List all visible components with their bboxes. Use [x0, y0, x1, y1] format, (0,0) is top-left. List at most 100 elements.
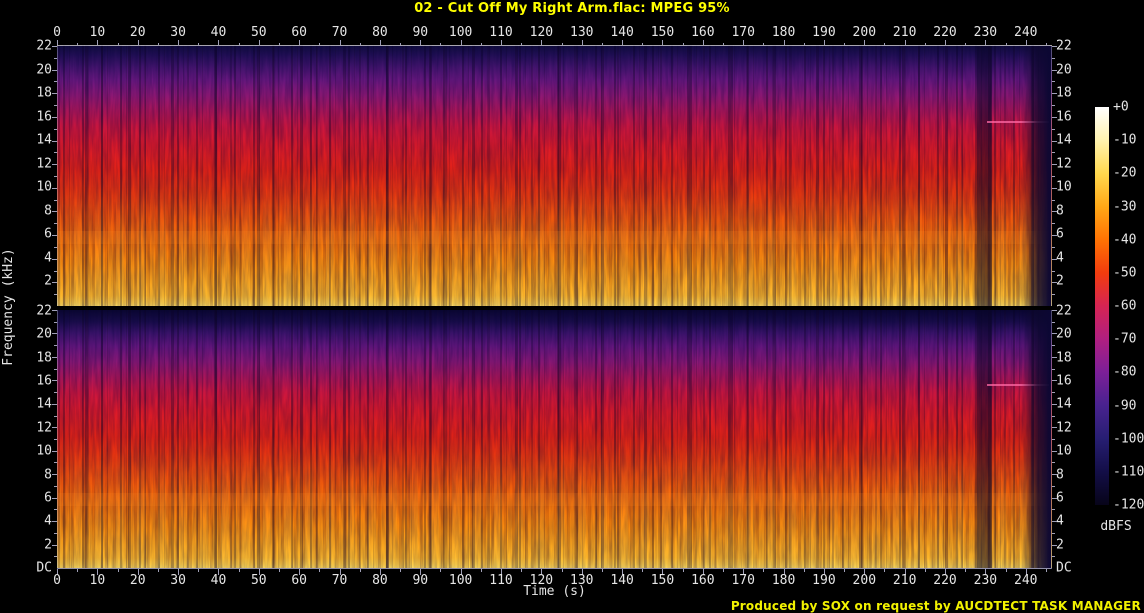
freq-tick: [52, 427, 57, 429]
freq-tick: [1052, 164, 1057, 166]
quiet-section-band: [977, 310, 992, 568]
freq-tick: [54, 439, 57, 440]
freq-tick: [54, 105, 57, 107]
freq-tick-label: 8: [44, 203, 52, 219]
freq-tick-label: 2: [1056, 273, 1064, 289]
freq-tick-label: 20: [1056, 62, 1072, 78]
fade-out-region: [1021, 310, 1051, 568]
freq-tick-label: 6: [1056, 226, 1064, 242]
freq-tick: [54, 81, 57, 83]
freq-tick: [1052, 497, 1057, 499]
freq-tick-label: 22: [1056, 303, 1072, 319]
time-tick-label: 200: [852, 25, 877, 40]
freq-tick: [1052, 450, 1057, 452]
freq-tick: [54, 128, 57, 130]
time-tick: [1045, 569, 1047, 572]
colorbar-tick-label: -50: [1113, 265, 1137, 281]
freq-tick: [1052, 556, 1055, 558]
fade-out-region: [1021, 46, 1051, 306]
time-tick-label: 220: [933, 25, 957, 40]
freq-tick-label: 6: [44, 490, 52, 506]
freq-tick: [54, 176, 57, 177]
colorbar-gradient: [1095, 107, 1109, 505]
time-tick: [117, 569, 119, 572]
freq-tick: [54, 294, 57, 296]
freq-tick: [52, 356, 57, 358]
freq-tick-label: 12: [1056, 420, 1072, 436]
freq-tick-label: 20: [1056, 326, 1072, 342]
freq-tick: [54, 485, 57, 487]
time-axis-label: Time (s): [523, 584, 586, 599]
spectrogram-window: 02 - Cut Off My Right Arm.flac: MPEG 95%…: [0, 0, 1144, 613]
freq-tick-label: 16: [1056, 109, 1072, 125]
freq-dc-label: DC: [1056, 560, 1072, 576]
freq-tick: [1052, 69, 1057, 71]
time-tick-label: 10: [89, 25, 106, 40]
freq-tick-label: 14: [36, 132, 52, 148]
colorbar-tick-label: -10: [1113, 132, 1137, 148]
time-tick: [884, 569, 886, 572]
freq-tick-label: 10: [36, 443, 52, 459]
time-tick-label: 20: [129, 25, 146, 40]
time-tick: [359, 569, 361, 572]
freq-tick: [54, 223, 57, 225]
freq-labels-left-ch2: 22 20 18 16 14 12 10 8 6 4 2 DC: [25, 304, 52, 576]
time-tick: [279, 569, 280, 572]
freq-tick: [54, 415, 57, 417]
time-tick-label: 150: [650, 25, 675, 40]
time-tick: [77, 569, 79, 572]
freq-tick-label: 20: [36, 326, 52, 342]
frequency-axis-label: Frequency (kHz): [1, 248, 16, 366]
time-tick-label: 240: [1014, 25, 1038, 40]
freq-tick: [1052, 333, 1057, 335]
freq-tick: [52, 164, 57, 166]
time-tick-label: 180: [771, 25, 796, 40]
time-tick: [440, 569, 442, 572]
freq-tick-label: 14: [1056, 132, 1072, 148]
freq-tick: [1052, 380, 1057, 382]
freq-tick: [52, 140, 57, 142]
freq-tick-label: 22: [36, 38, 52, 54]
freq-tick: [1052, 310, 1057, 311]
freq-tick-label: 4: [1056, 513, 1064, 529]
time-tick: [803, 569, 805, 572]
freq-tick: [54, 270, 57, 272]
freq-dc-label: DC: [36, 560, 52, 576]
colorbar-unit-label: dBFS: [1100, 519, 1132, 534]
time-tick-label: 50: [250, 25, 267, 40]
time-tick: [561, 569, 563, 572]
freq-tick-label: 2: [44, 537, 52, 553]
freq-tick: [54, 152, 57, 154]
time-tick: [601, 569, 603, 572]
freq-tick: [54, 57, 57, 59]
freq-tick: [52, 69, 57, 71]
time-tick: [924, 569, 926, 572]
freq-tick: [1052, 345, 1055, 347]
time-tick: [157, 569, 159, 572]
freq-tick: [52, 116, 57, 118]
colorbar-tick-label: -80: [1113, 364, 1137, 380]
freq-tick: [52, 93, 57, 95]
freq-tick: [54, 509, 57, 511]
freq-tick: [52, 211, 57, 213]
freq-tick: [1052, 509, 1055, 511]
freq-tick: [1052, 439, 1055, 440]
freq-tick: [1052, 282, 1057, 284]
time-tick: [198, 569, 200, 572]
freq-tick: [52, 310, 57, 311]
freq-tick: [54, 392, 57, 394]
freq-tick: [1052, 270, 1055, 272]
freq-tick: [1052, 105, 1055, 107]
colorbar-tick-label: -100: [1113, 431, 1144, 447]
freq-tick: [1052, 140, 1057, 142]
freq-tick: [1052, 521, 1057, 523]
quiet-section-band: [977, 46, 992, 306]
freq-tick-label: 2: [1056, 537, 1064, 553]
time-tick: [763, 569, 765, 572]
freq-tick: [1052, 46, 1057, 47]
freq-tick-label: 4: [44, 513, 52, 529]
freq-tick-label: 14: [36, 396, 52, 412]
freq-tick: [1052, 356, 1057, 358]
freq-tick: [1052, 415, 1055, 417]
freq-tick: [1052, 294, 1055, 296]
